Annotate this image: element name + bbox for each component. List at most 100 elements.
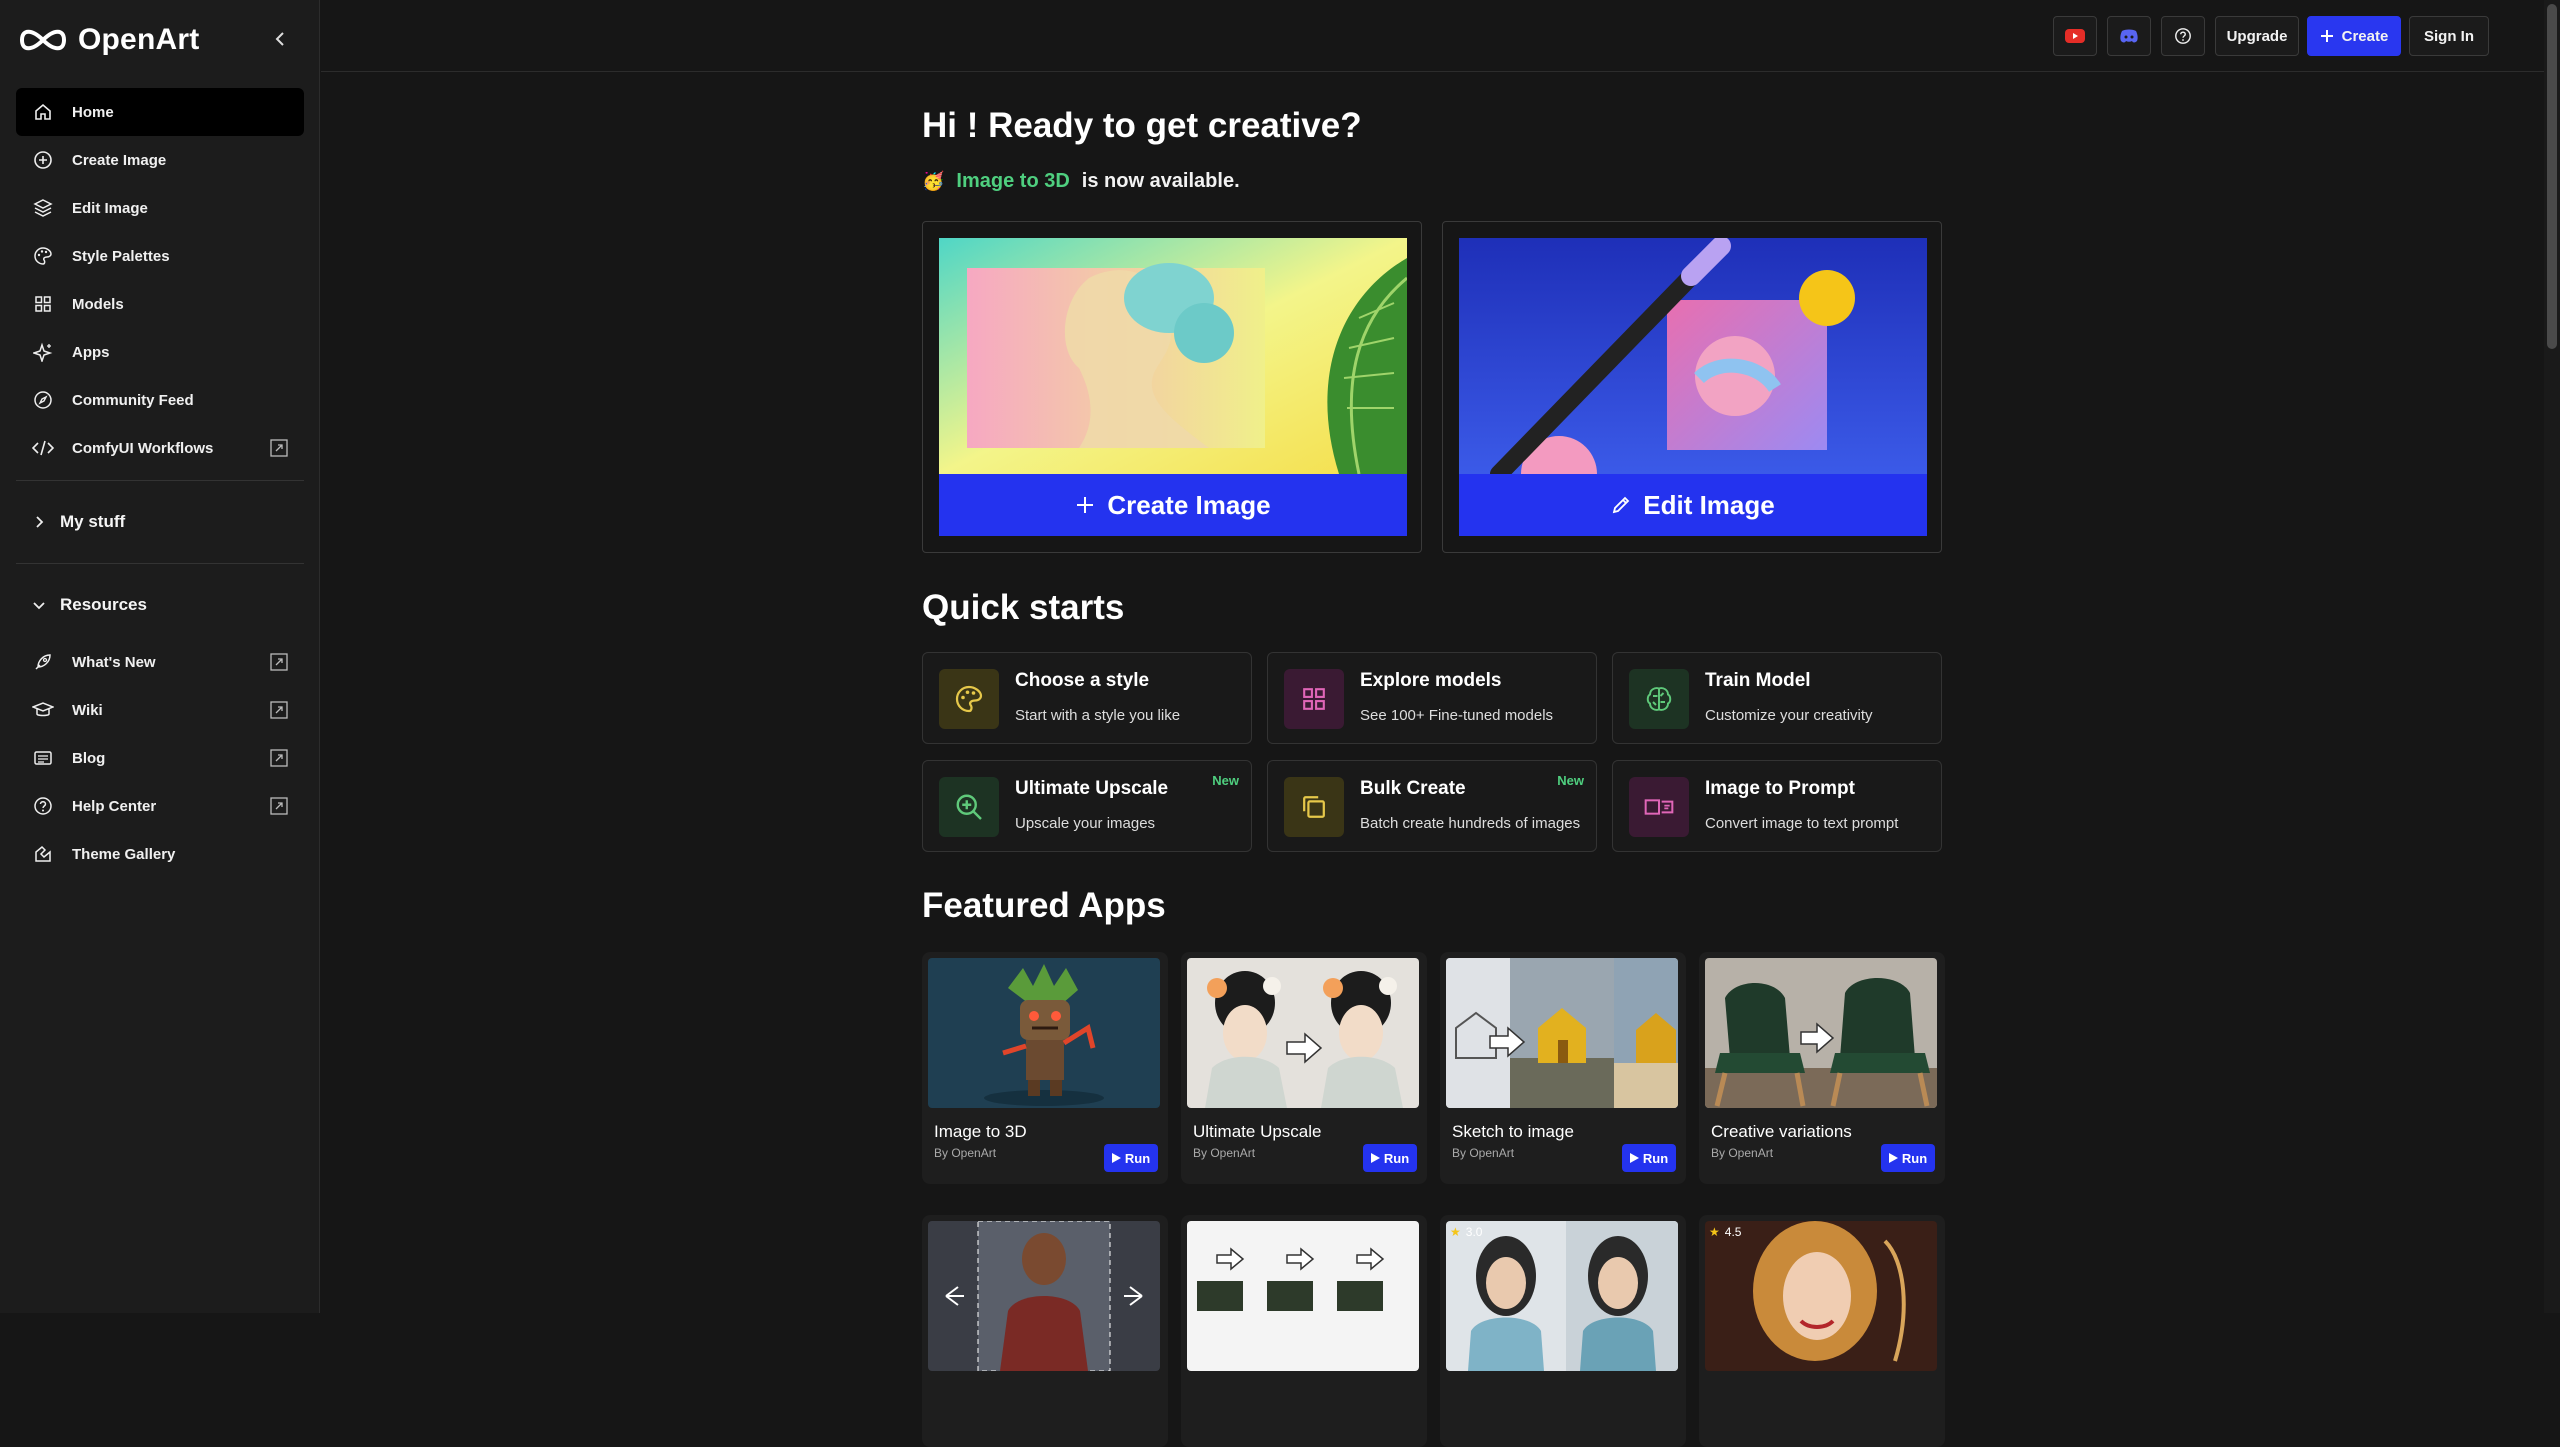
star-icon: ★	[1709, 1225, 1720, 1239]
sidebar: OpenArt Home Create Image Edit Image Sty…	[0, 0, 320, 1313]
sidebar-item-label: Help Center	[72, 797, 157, 815]
discord-button[interactable]	[2107, 16, 2151, 56]
app-card[interactable]: ★ 3.0	[1440, 1215, 1686, 1447]
party-emoji-icon: 🥳	[922, 171, 945, 191]
help-button[interactable]	[2161, 16, 2205, 56]
quick-start-subtitle: Start with a style you like	[1015, 707, 1181, 724]
announcement-link[interactable]: Image to 3D	[956, 170, 1069, 193]
hero-edit-image-card[interactable]: Edit Image	[1442, 221, 1942, 553]
sidebar-item-label: Theme Gallery	[72, 845, 176, 863]
run-label: Run	[1383, 1150, 1410, 1166]
edit-image-label: Edit Image	[1643, 489, 1775, 520]
run-button[interactable]: Run	[1622, 1144, 1676, 1172]
app-title: Creative variations	[1711, 1122, 1852, 1141]
sidebar-item-style-palettes[interactable]: Style Palettes	[16, 232, 304, 280]
brand-logo[interactable]: OpenArt	[18, 20, 199, 60]
quick-start-ultimate-upscale[interactable]: Ultimate Upscale Upscale your images New	[922, 760, 1252, 852]
scrollbar-thumb[interactable]	[2547, 4, 2557, 349]
help-circle-icon	[32, 795, 54, 817]
app-thumbnail	[1187, 958, 1419, 1108]
app-title: Sketch to image	[1452, 1122, 1574, 1141]
scrollbar-track[interactable]	[2544, 0, 2560, 1313]
plus-icon	[2320, 30, 2333, 42]
app-card-ultimate-upscale[interactable]: Ultimate Upscale By OpenArt Run	[1181, 952, 1427, 1184]
app-card[interactable]	[922, 1215, 1168, 1447]
hero-create-image-card[interactable]: Create Image	[922, 221, 1422, 553]
app-thumbnail	[1705, 1221, 1937, 1371]
edit-image-bar[interactable]: Edit Image	[1459, 474, 1927, 536]
sidebar-item-home[interactable]: Home	[16, 88, 304, 136]
collapse-sidebar-button[interactable]	[266, 24, 296, 54]
sidebar-item-community-feed[interactable]: Community Feed	[16, 376, 304, 424]
openart-logo-icon	[19, 29, 67, 51]
run-label: Run	[1124, 1150, 1151, 1166]
sidebar-item-blog[interactable]: Blog	[16, 734, 304, 782]
run-button[interactable]: Run	[1881, 1144, 1935, 1172]
sidebar-item-whats-new[interactable]: What's New	[16, 638, 304, 686]
resources-toggle[interactable]: Resources	[16, 572, 304, 638]
palette-icon	[939, 669, 999, 729]
sidebar-item-wiki[interactable]: Wiki	[16, 686, 304, 734]
theme-icon	[32, 843, 54, 865]
sidebar-divider	[16, 480, 304, 481]
sidebar-item-apps[interactable]: Apps	[16, 328, 304, 376]
rating-badge: ★ 3.0	[1450, 1225, 1482, 1239]
youtube-icon	[2065, 29, 2085, 43]
copy-icon	[1284, 777, 1344, 837]
pencil-icon	[1613, 496, 1630, 514]
quick-start-bulk-create[interactable]: Bulk Create Batch create hundreds of ima…	[1267, 760, 1597, 852]
sign-in-button[interactable]: Sign In	[2409, 16, 2489, 56]
run-label: Run	[1642, 1150, 1669, 1166]
app-card-sketch-to-image[interactable]: Sketch to image By OpenArt Run	[1440, 952, 1686, 1184]
quick-start-image-to-prompt[interactable]: Image to Prompt Convert image to text pr…	[1612, 760, 1942, 852]
run-button[interactable]: Run	[1104, 1144, 1158, 1172]
sidebar-item-label: ComfyUI Workflows	[72, 439, 214, 457]
sidebar-item-label: Apps	[72, 343, 110, 361]
upgrade-button[interactable]: Upgrade	[2215, 16, 2299, 56]
my-stuff-toggle[interactable]: My stuff	[16, 489, 304, 555]
brain-icon	[1629, 669, 1689, 729]
quick-start-title: Explore models	[1360, 670, 1502, 691]
app-title: Image to 3D	[934, 1122, 1027, 1141]
create-button[interactable]: Create	[2307, 16, 2401, 56]
external-link-icon	[270, 701, 288, 719]
sidebar-item-label: Blog	[72, 749, 106, 767]
home-icon	[32, 101, 54, 123]
app-thumbnail	[1187, 1221, 1419, 1371]
play-icon	[1629, 1153, 1639, 1163]
quick-start-title: Ultimate Upscale	[1015, 778, 1169, 799]
sidebar-item-comfyui-workflows[interactable]: ComfyUI Workflows	[16, 424, 304, 472]
external-link-icon	[270, 653, 288, 671]
sidebar-item-create-image[interactable]: Create Image	[16, 136, 304, 184]
app-author: By OpenArt	[1193, 1146, 1256, 1160]
quick-start-train-model[interactable]: Train Model Customize your creativity	[1612, 652, 1942, 744]
sidebar-item-edit-image[interactable]: Edit Image	[16, 184, 304, 232]
app-thumbnail	[1705, 958, 1937, 1108]
new-badge: New	[1212, 773, 1239, 788]
youtube-button[interactable]	[2053, 16, 2097, 56]
sidebar-nav: Home Create Image Edit Image Style Palet…	[16, 88, 304, 878]
sidebar-item-label: Edit Image	[72, 199, 148, 217]
sidebar-item-theme-gallery[interactable]: Theme Gallery	[16, 830, 304, 878]
chevron-right-icon	[36, 516, 44, 528]
app-card[interactable]: ★ 4.5	[1699, 1215, 1945, 1447]
quick-start-title: Bulk Create	[1360, 778, 1466, 799]
sidebar-item-label: Community Feed	[72, 391, 194, 409]
external-link-icon	[270, 749, 288, 767]
app-author: By OpenArt	[1711, 1146, 1774, 1160]
run-button[interactable]: Run	[1363, 1144, 1417, 1172]
app-card[interactable]	[1181, 1215, 1427, 1447]
announcement: 🥳 Image to 3D is now available.	[922, 170, 1240, 193]
sidebar-divider	[16, 563, 304, 564]
sidebar-item-help-center[interactable]: Help Center	[16, 782, 304, 830]
quick-start-subtitle: Upscale your images	[1015, 815, 1156, 832]
quick-start-choose-style[interactable]: Choose a style Start with a style you li…	[922, 652, 1252, 744]
app-author: By OpenArt	[934, 1146, 997, 1160]
app-card-creative-variations[interactable]: Creative variations By OpenArt Run	[1699, 952, 1945, 1184]
layers-icon	[32, 197, 54, 219]
quick-start-explore-models[interactable]: Explore models See 100+ Fine-tuned model…	[1267, 652, 1597, 744]
create-image-bar[interactable]: Create Image	[939, 474, 1407, 536]
external-link-icon	[270, 439, 288, 457]
app-card-image-to-3d[interactable]: Image to 3D By OpenArt Run	[922, 952, 1168, 1184]
sidebar-item-models[interactable]: Models	[16, 280, 304, 328]
